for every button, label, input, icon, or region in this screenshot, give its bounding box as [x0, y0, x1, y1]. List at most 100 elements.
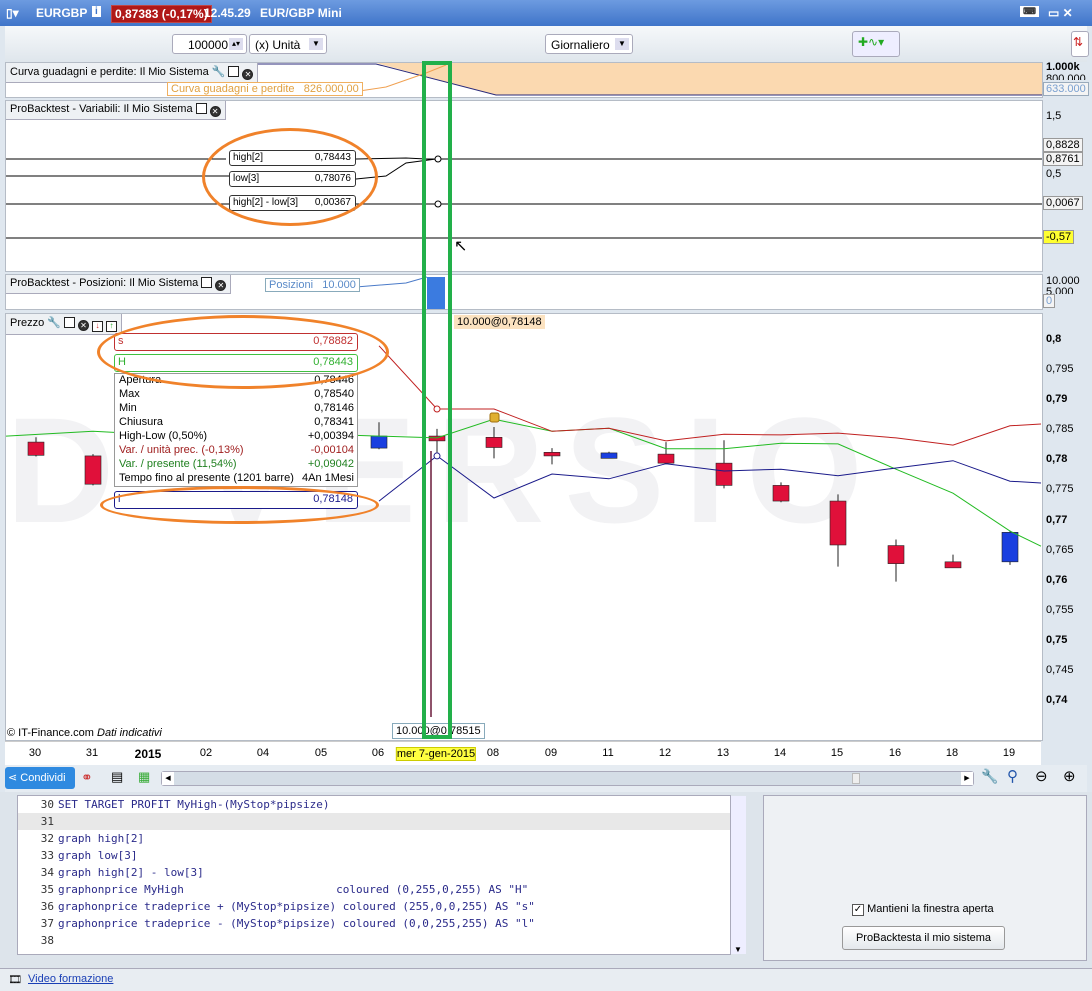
equity-axis-top: 1.000k — [1046, 61, 1080, 73]
window-buttons[interactable]: ▭ ✕ — [1048, 6, 1073, 20]
date-tick: 12 — [658, 747, 672, 759]
line-number: 30 — [40, 798, 54, 811]
unit-select[interactable]: (x) Unità ▼ — [249, 34, 327, 54]
candle-body — [84, 455, 102, 485]
period-select[interactable]: Giornaliero ▼ — [545, 34, 633, 54]
candlestick-icon[interactable]: ▯▾ — [6, 6, 19, 20]
candle-body — [715, 462, 733, 486]
panel-title-text: Curva guadagni e perdite: Il Mio Sistema — [10, 66, 209, 78]
code-line: 30 SET TARGET PROFIT MyHigh-(MyStop*pipsi… — [18, 796, 730, 813]
code-scrollbar[interactable]: ▼ — [731, 796, 746, 954]
code-text: graph high[2] — [58, 832, 145, 845]
scroll-down-icon[interactable]: ▼ — [734, 945, 742, 954]
series-line-l — [378, 455, 1042, 502]
toolbar: 100000 ▴▾ (x) Unità ▼ Giornaliero ▼ ✚∿▾ ⇅ — [5, 26, 1089, 62]
indicators-button[interactable]: ✚∿▾ — [852, 31, 900, 57]
line-number: 34 — [40, 866, 54, 879]
row-value: 4An 1Mesi — [302, 472, 354, 484]
keyboard-icon[interactable]: ⌨ — [1020, 6, 1039, 17]
symbol-label[interactable]: EURGBP — [36, 6, 87, 20]
price-tick: 0,75 — [1046, 633, 1068, 646]
price-tick: 0,755 — [1046, 603, 1074, 616]
close-icon[interactable]: ✕ — [242, 69, 254, 80]
window-icon[interactable] — [228, 66, 240, 77]
report-icon[interactable]: ▤ — [111, 769, 123, 785]
share-button[interactable]: ⋖ Condividi — [5, 767, 75, 789]
spinner-icon[interactable]: ▴▾ — [229, 38, 243, 50]
date-tick: mer 7-gen-2015 — [395, 747, 477, 761]
wrench-icon[interactable]: 🔧 — [47, 317, 61, 329]
code-line: 35 graphonprice MyHigh coloured (0,255,0,… — [18, 881, 730, 898]
scroll-left-icon[interactable]: ◀ — [162, 772, 174, 785]
candle-body — [829, 500, 847, 546]
zoom-fit-icon[interactable]: ⚲ — [1007, 767, 1018, 785]
zoom-out-icon[interactable]: ⊖ — [1035, 767, 1048, 785]
horizontal-scrollbar[interactable]: ◀ ▶ — [161, 771, 974, 786]
candle-body — [772, 485, 790, 502]
exit-marker — [489, 412, 500, 423]
row-label: Min — [119, 402, 137, 414]
date-tick: 15 — [830, 747, 844, 759]
info-icon[interactable]: i — [92, 6, 101, 17]
candle-body — [543, 452, 561, 457]
chart-settings-icon[interactable]: 🔧 — [981, 768, 998, 785]
price-tick: 0,78 — [1046, 453, 1068, 466]
date-tick: 08 — [486, 747, 500, 759]
code-editor[interactable]: 30 SET TARGET PROFIT MyHigh-(MyStop*pipsi… — [17, 795, 731, 955]
time-label: 12.45.29 — [204, 6, 251, 20]
date-tick: 02 — [199, 747, 213, 759]
equity-panel-title: Curva guadagni e perdite: Il Mio Sistema… — [6, 63, 259, 83]
price-tick: 0,74 — [1046, 694, 1068, 707]
sell-icon[interactable]: ↓ — [92, 321, 104, 332]
code-line: 33 graph low[3] — [18, 847, 730, 864]
legend-value: 826.000,00 — [303, 83, 359, 95]
scroll-right-icon[interactable]: ▶ — [961, 772, 973, 785]
buy-icon[interactable]: ↑ — [106, 321, 118, 332]
keep-open-checkbox[interactable]: ✓ Mantieni la finestra aperta — [852, 903, 994, 916]
vars-axis-box: 0,8761 — [1043, 152, 1083, 166]
sync-icon[interactable]: ⇅ — [1071, 31, 1089, 57]
chart-type-icon[interactable]: ⚭ — [81, 769, 93, 786]
quantity-input[interactable]: 100000 ▴▾ — [172, 34, 247, 54]
run-backtest-button[interactable]: ProBacktesta il mio sistema — [842, 926, 1005, 950]
selection-highlight — [422, 61, 452, 739]
vars-axis-tick: 0,5 — [1046, 168, 1062, 180]
period-value: Giornaliero — [551, 38, 610, 52]
row-value: 0,78341 — [314, 416, 354, 428]
positions-axis-2: 5.000 — [1046, 286, 1074, 294]
series-line-s — [378, 345, 1042, 446]
bottom-toolbar: ⋖ Condividi ⚭ ▤ ▦ ◀ ▶ 🔧 ⚲ ⊖ ⊕ — [5, 765, 1087, 792]
zoom-in-icon[interactable]: ⊕ — [1063, 767, 1076, 785]
close-icon[interactable]: ✕ — [78, 320, 90, 331]
row-value: 0,78540 — [314, 388, 354, 400]
price-tick: 0,775 — [1046, 483, 1074, 496]
code-text: graph low[3] — [58, 849, 138, 862]
tooltip-rows: Apertura 0,78446 Max 0,78540 Min 0,78146 Chius… — [114, 373, 358, 487]
variables-lines — [6, 155, 1042, 239]
chevron-down-icon: ▼ — [615, 38, 629, 50]
date-tick: 13 — [716, 747, 730, 759]
instrument-label: EUR/GBP Mini — [260, 6, 342, 20]
row-value: +0,00394 — [307, 430, 354, 442]
unit-value: (x) Unità — [255, 38, 301, 52]
window-icon[interactable] — [201, 277, 213, 288]
code-text: graphonprice tradeprice - (MyStop*pipsiz… — [58, 917, 535, 930]
scroll-thumb[interactable] — [852, 773, 860, 784]
data-note: Dati indicativi — [97, 727, 162, 739]
price-tick: 0,79 — [1046, 393, 1068, 406]
indicators-icon[interactable]: ▦ — [138, 769, 150, 785]
positions-panel-title: ProBacktest - Posizioni: Il Mio Sistema ✕ — [6, 275, 232, 294]
code-text: SET TARGET PROFIT MyHigh-(MyStop*pipsize… — [58, 798, 330, 811]
close-icon[interactable]: ✕ — [215, 280, 227, 291]
tooltip-row: Min 0,78146 — [115, 402, 357, 416]
window-icon[interactable] — [64, 317, 76, 328]
checkbox-icon[interactable]: ✓ — [852, 904, 864, 916]
row-label: Var. / unità prec. (-0,13%) — [119, 444, 244, 456]
code-text: graphonprice MyHigh coloured (0,255,0,25… — [58, 883, 529, 896]
window-icon[interactable] — [195, 103, 207, 114]
close-icon[interactable]: ✕ — [209, 106, 221, 117]
wrench-icon[interactable]: 🔧 — [212, 66, 226, 78]
row-value: -0,00104 — [310, 444, 354, 456]
video-link[interactable]: Video formazione — [28, 973, 113, 985]
copyright-text: © IT-Finance.com — [7, 727, 94, 739]
